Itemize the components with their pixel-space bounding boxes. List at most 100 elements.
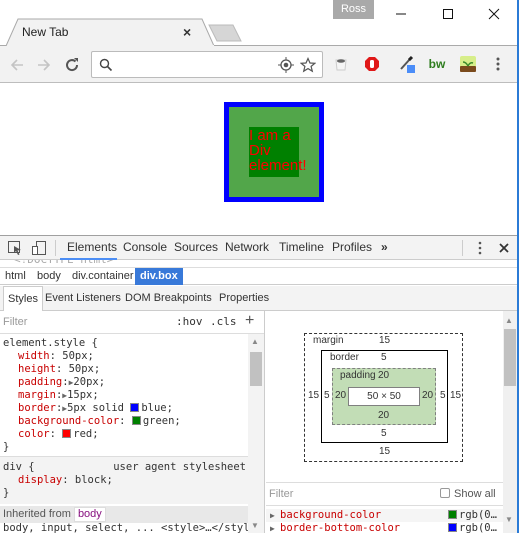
color-swatch-green[interactable] bbox=[131, 416, 141, 425]
margin-bottom-value[interactable]: 15 bbox=[379, 446, 390, 457]
swatch-value[interactable]: red; bbox=[73, 428, 98, 440]
close-devtools-icon[interactable] bbox=[496, 240, 512, 256]
margin-top-value[interactable]: 15 bbox=[379, 335, 390, 346]
scrollbar-thumb[interactable] bbox=[250, 352, 262, 386]
address-bar[interactable] bbox=[91, 51, 323, 78]
color-swatch-red[interactable] bbox=[62, 429, 72, 438]
breadcrumb-div-container[interactable]: div.container bbox=[67, 268, 139, 285]
expand-triangle-icon[interactable]: ▶ bbox=[270, 509, 275, 522]
color-swatch-blue[interactable] bbox=[130, 403, 140, 412]
devtools-menu-icon[interactable] bbox=[472, 240, 488, 256]
computed-property-row[interactable]: ▶ background-color rgb(0… bbox=[266, 509, 504, 522]
style-property[interactable]: margin:▶15px; bbox=[0, 389, 248, 402]
adblock-extension-button[interactable] bbox=[361, 53, 383, 75]
styles-filter-input[interactable]: Filter bbox=[3, 316, 27, 328]
style-property[interactable]: width: 50px; bbox=[0, 350, 248, 363]
padding-right-value[interactable]: 20 bbox=[422, 390, 433, 401]
scroll-down-icon[interactable]: ▼ bbox=[505, 515, 513, 524]
style-property[interactable]: padding:▶20px; bbox=[0, 376, 248, 389]
tab-close-button[interactable]: × bbox=[183, 24, 191, 40]
forward-button[interactable] bbox=[33, 54, 55, 76]
hov-toggle[interactable]: :hov bbox=[176, 315, 203, 328]
style-property[interactable]: background-color: green; bbox=[0, 415, 248, 428]
box-model-border[interactable]: border 5 5 5 5 padding 20 20 20 20 50 × … bbox=[321, 350, 448, 443]
padding-left-value[interactable]: 20 bbox=[335, 390, 346, 401]
location-icon[interactable] bbox=[278, 57, 294, 73]
property-name[interactable]: width bbox=[18, 350, 50, 362]
margin-right-value[interactable]: 15 bbox=[450, 390, 461, 401]
computed-scrollbar[interactable]: ▲ ▼ bbox=[503, 311, 517, 533]
style-property[interactable]: height: 50px; bbox=[0, 363, 248, 376]
padding-bottom-value[interactable]: 20 bbox=[378, 410, 389, 421]
computed-property-row[interactable]: ▶ border-bottom-color rgb(0… bbox=[266, 522, 504, 533]
computed-filter-input[interactable]: Filter bbox=[269, 488, 293, 500]
property-name[interactable]: background-color bbox=[18, 415, 119, 427]
style-property[interactable]: color: red; bbox=[0, 428, 248, 441]
checkbox-icon[interactable] bbox=[440, 488, 450, 498]
breadcrumb-html[interactable]: html bbox=[0, 268, 31, 285]
devtools-tab-elements[interactable]: Elements bbox=[67, 240, 117, 254]
profile-button[interactable]: Ross bbox=[333, 0, 374, 19]
swatch-value[interactable]: green; bbox=[143, 415, 181, 427]
back-button[interactable] bbox=[6, 54, 28, 76]
cls-toggle[interactable]: .cls bbox=[210, 315, 237, 328]
inspect-element-icon[interactable] bbox=[7, 240, 23, 256]
show-all-checkbox[interactable]: Show all bbox=[440, 488, 496, 500]
property-name[interactable]: padding bbox=[18, 376, 62, 388]
property-value[interactable]: 50px; bbox=[69, 363, 101, 375]
swatch-value[interactable]: blue; bbox=[141, 402, 173, 414]
color-picker-extension-button[interactable] bbox=[397, 53, 419, 75]
breadcrumb-div-box[interactable]: div.box bbox=[135, 268, 183, 285]
property-name[interactable]: height bbox=[18, 363, 56, 375]
scroll-up-icon[interactable]: ▲ bbox=[251, 337, 259, 346]
more-tabs-button[interactable]: » bbox=[381, 240, 388, 254]
border-top-value[interactable]: 5 bbox=[381, 352, 387, 363]
box-model-content[interactable]: 50 × 50 bbox=[348, 387, 420, 406]
devtools-tab-profiles[interactable]: Profiles bbox=[332, 240, 372, 254]
property-value[interactable]: 50px; bbox=[62, 350, 94, 362]
maximize-button[interactable] bbox=[425, 0, 471, 28]
scroll-down-icon[interactable]: ▼ bbox=[251, 521, 259, 530]
minimize-button[interactable] bbox=[378, 0, 424, 28]
devtools-tab-sources[interactable]: Sources bbox=[174, 240, 218, 254]
reload-button[interactable] bbox=[61, 54, 83, 76]
inherited-tag-link[interactable]: body bbox=[73, 507, 106, 522]
div-box-element[interactable]: I am a Div element! bbox=[224, 102, 324, 202]
style-property[interactable]: border:▶5px solid blue; bbox=[0, 402, 248, 415]
border-left-value[interactable]: 5 bbox=[324, 390, 330, 401]
subtab-event-listeners[interactable]: Event Listeners bbox=[41, 286, 125, 311]
box-model-margin[interactable]: margin 15 15 15 15 border 5 5 5 5 paddin… bbox=[304, 333, 463, 462]
coffee-extension-button[interactable] bbox=[330, 53, 352, 75]
dom-tree-peek[interactable]: <!DOCTYPE html> bbox=[0, 260, 517, 268]
expand-triangle-icon[interactable]: ▶ bbox=[270, 522, 275, 533]
device-toolbar-icon[interactable] bbox=[31, 240, 47, 256]
scroll-up-icon[interactable]: ▲ bbox=[505, 316, 513, 325]
bookmark-star-icon[interactable] bbox=[300, 57, 316, 73]
new-tab-button[interactable] bbox=[207, 24, 243, 42]
margin-left-value[interactable]: 15 bbox=[308, 390, 319, 401]
property-name[interactable]: border bbox=[18, 402, 56, 414]
scrollbar-thumb[interactable] bbox=[504, 329, 516, 386]
padding-top-value[interactable]: 20 bbox=[378, 370, 389, 381]
devtools-tab-network[interactable]: Network bbox=[225, 240, 269, 254]
property-value[interactable]: 5px solid bbox=[67, 402, 130, 414]
property-value[interactable]: 15px; bbox=[67, 389, 99, 401]
property-name[interactable]: color bbox=[18, 428, 50, 440]
new-style-rule-button[interactable]: + bbox=[245, 312, 254, 330]
property-value[interactable]: 20px; bbox=[73, 376, 105, 388]
box-model-padding[interactable]: padding 20 20 20 20 50 × 50 bbox=[332, 368, 436, 425]
subtab-styles[interactable]: Styles bbox=[3, 286, 43, 311]
styles-scrollbar[interactable]: ▲ ▼ bbox=[248, 334, 264, 533]
bw-extension-button[interactable]: bw bbox=[426, 53, 448, 75]
plant-extension-button[interactable] bbox=[457, 53, 479, 75]
property-name[interactable]: margin bbox=[18, 389, 56, 401]
subtab-dom-breakpoints[interactable]: DOM Breakpoints bbox=[121, 286, 216, 311]
breadcrumb-body[interactable]: body bbox=[32, 268, 66, 285]
close-window-button[interactable] bbox=[471, 0, 517, 28]
border-right-value[interactable]: 5 bbox=[440, 390, 446, 401]
border-bottom-value[interactable]: 5 bbox=[381, 428, 387, 439]
devtools-tab-console[interactable]: Console bbox=[123, 240, 167, 254]
devtools-tab-timeline[interactable]: Timeline bbox=[279, 240, 324, 254]
tab-new-tab[interactable]: New Tab × bbox=[6, 18, 215, 47]
chrome-menu-button[interactable] bbox=[487, 53, 509, 75]
